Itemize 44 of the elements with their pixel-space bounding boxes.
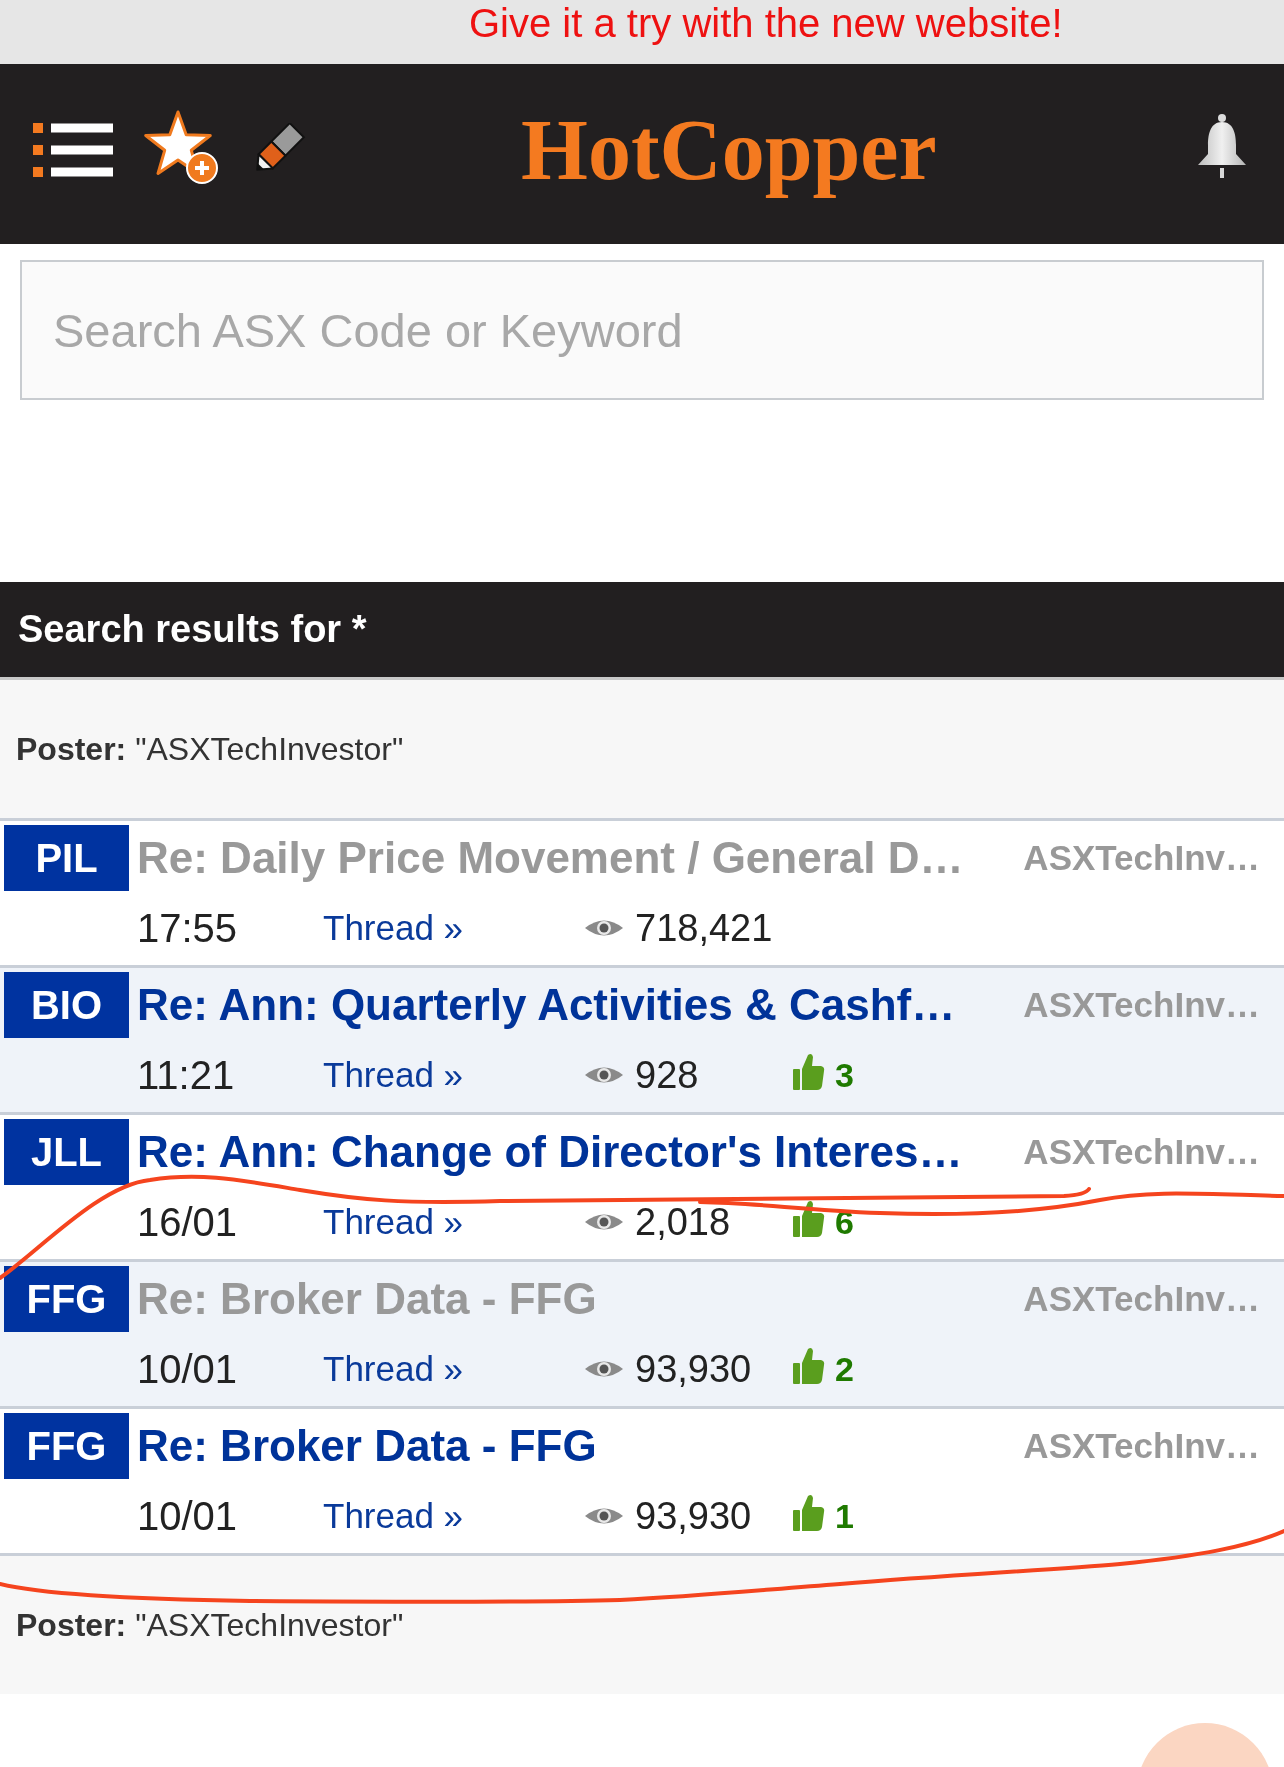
post-time: 10/01 bbox=[137, 1493, 238, 1539]
eye-icon bbox=[584, 1359, 624, 1379]
eye-icon bbox=[584, 1506, 624, 1526]
logo[interactable]: HotCopper bbox=[521, 97, 937, 205]
post-time: 11:21 bbox=[137, 1052, 235, 1098]
thumbs-up-icon bbox=[793, 1052, 825, 1090]
thumbs-up-icon bbox=[793, 1346, 825, 1384]
post-time: 17:55 bbox=[137, 905, 238, 951]
thread-title[interactable]: Re: Ann: Change of Director's Interes… bbox=[137, 1127, 963, 1177]
post-time: 16/01 bbox=[137, 1199, 238, 1245]
like-count: 1 bbox=[835, 1496, 854, 1536]
ticker-badge[interactable]: JLL bbox=[4, 1119, 129, 1185]
view-count: 2,018 bbox=[635, 1200, 731, 1244]
result-row[interactable]: BIO Re: Ann: Quarterly Activities & Cashf… ASXTechInv… 11:21 Thread » 928 3 bbox=[0, 965, 1284, 1112]
ticker-badge[interactable]: PIL bbox=[4, 825, 129, 891]
like-count: 2 bbox=[835, 1349, 854, 1389]
view-count: 718,421 bbox=[635, 906, 773, 950]
thread-link[interactable]: Thread » bbox=[323, 908, 464, 948]
view-count: 928 bbox=[635, 1053, 699, 1097]
results-heading: Search results for * bbox=[18, 608, 367, 651]
thumbs-up-icon bbox=[793, 1199, 825, 1237]
result-row[interactable]: FFG Re: Broker Data - FFG ASXTechInv… 10/01 Thread » 93,930 2 bbox=[0, 1259, 1284, 1406]
like-count: 3 bbox=[835, 1055, 854, 1095]
search-field[interactable]: Search ASX Code or Keyword bbox=[20, 260, 1264, 400]
thread-link[interactable]: Thread » bbox=[323, 1496, 464, 1536]
thread-link[interactable]: Thread » bbox=[323, 1202, 464, 1242]
ticker-badge[interactable]: BIO bbox=[4, 972, 129, 1038]
poster-filter-text: Poster: "ASXTechInvestor" bbox=[16, 1606, 404, 1644]
poster-filter-text: Poster: "ASXTechInvestor" bbox=[16, 730, 404, 768]
ticker-badge[interactable]: FFG bbox=[4, 1413, 129, 1479]
promo-link[interactable]: Give it a try with the new website! bbox=[469, 0, 1063, 46]
post-time: 10/01 bbox=[137, 1346, 238, 1392]
eye-icon bbox=[584, 1065, 624, 1085]
thumbs-up-icon bbox=[793, 1493, 825, 1531]
thread-title[interactable]: Re: Broker Data - FFG bbox=[137, 1421, 597, 1471]
eye-icon bbox=[584, 1212, 624, 1232]
thread-title[interactable]: Re: Ann: Quarterly Activities & Cashf… bbox=[137, 980, 956, 1030]
view-count: 93,930 bbox=[635, 1494, 752, 1538]
thread-link[interactable]: Thread » bbox=[323, 1349, 464, 1389]
menu-icon[interactable] bbox=[33, 123, 113, 177]
view-count: 93,930 bbox=[635, 1347, 752, 1391]
ticker-badge[interactable]: FFG bbox=[4, 1266, 129, 1332]
eye-icon bbox=[584, 918, 624, 938]
thread-link[interactable]: Thread » bbox=[323, 1055, 464, 1095]
